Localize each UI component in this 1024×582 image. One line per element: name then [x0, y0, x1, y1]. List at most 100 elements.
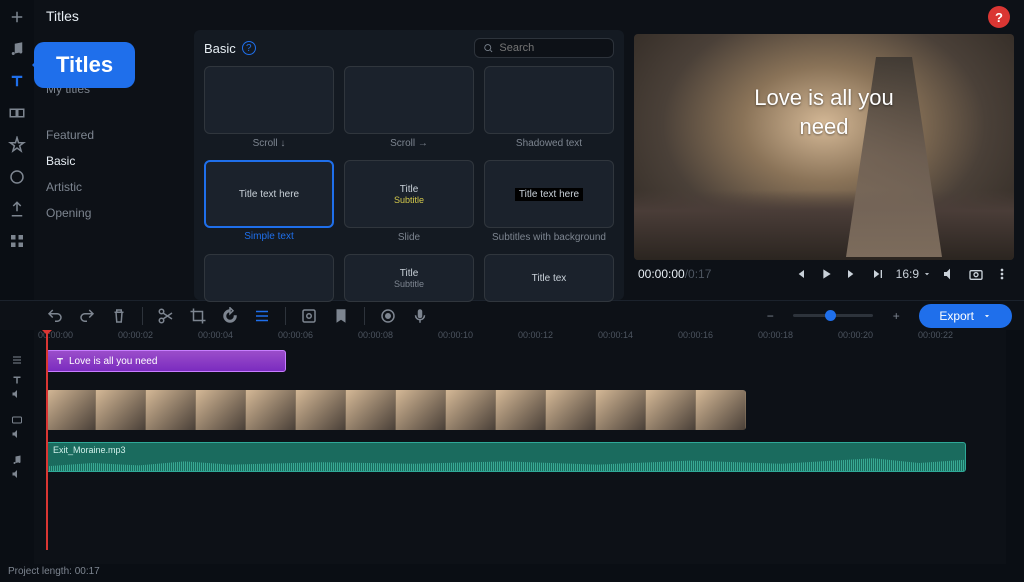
- ruler-tick: 00:00:20: [834, 330, 914, 350]
- presets-category-label: Basic ?: [204, 41, 256, 56]
- titles-callout: Titles: [34, 42, 135, 88]
- redo-icon[interactable]: [78, 307, 96, 325]
- preset-caption: Scroll →: [345, 138, 473, 149]
- left-icon-rail: [0, 0, 34, 300]
- ruler-tick: 00:00:14: [594, 330, 674, 350]
- next-frame-icon[interactable]: [844, 266, 860, 282]
- titles-icon[interactable]: [8, 72, 26, 90]
- help-button[interactable]: ?: [988, 6, 1010, 28]
- timeline-right-scale: [1006, 330, 1024, 564]
- timecode: 00:00:00/0:17: [638, 267, 711, 281]
- more-icon[interactable]: [8, 232, 26, 250]
- preset-item[interactable]: [204, 254, 334, 302]
- status-bar: Project length: 00:17: [0, 564, 1024, 582]
- help-icon[interactable]: ?: [242, 41, 256, 55]
- export-button[interactable]: Export: [919, 304, 1012, 328]
- search-icon: [483, 42, 493, 54]
- preset-subtitles-bg[interactable]: Title text here Subtitles with backgroun…: [484, 160, 614, 228]
- preset-thumb-title: Title: [400, 184, 419, 195]
- prev-frame-icon[interactable]: [792, 266, 808, 282]
- zoom-in-icon[interactable]: +: [887, 307, 905, 325]
- end-icon[interactable]: [870, 266, 886, 282]
- video-clip[interactable]: [46, 390, 746, 430]
- ruler-tick: 00:00:16: [674, 330, 754, 350]
- audio-clip[interactable]: Exit_Moraine.mp3: [46, 442, 966, 472]
- microphone-icon[interactable]: [411, 307, 429, 325]
- more-options-icon[interactable]: [994, 266, 1010, 282]
- preset-thumb-text: Title tex: [532, 273, 567, 284]
- rotate-icon[interactable]: [221, 307, 239, 325]
- preset-thumb-subtitle: Subtitle: [394, 279, 424, 289]
- elements-icon[interactable]: [8, 168, 26, 186]
- preset-shadowed-text[interactable]: Shadowed text: [484, 66, 614, 134]
- preset-thumb-title: Title: [400, 268, 419, 279]
- preset-thumb-text: Title text here: [515, 188, 583, 201]
- nav-featured[interactable]: Featured: [46, 126, 184, 144]
- timeline-settings-icon[interactable]: [0, 350, 34, 370]
- title-clip-label: Love is all you need: [69, 356, 157, 367]
- preset-thumb-text: Title text here: [239, 189, 299, 200]
- delete-icon[interactable]: [110, 307, 128, 325]
- volume-icon[interactable]: [942, 266, 958, 282]
- preset-caption: Slide: [345, 232, 473, 243]
- music-icon[interactable]: [8, 40, 26, 58]
- title-presets: Basic ? Scroll ↓ Scroll → Shadowed text …: [194, 30, 624, 300]
- search-box[interactable]: [474, 38, 614, 58]
- video-track-header[interactable]: [0, 404, 34, 450]
- ruler-tick: 00:00:18: [754, 330, 834, 350]
- title-clip[interactable]: Love is all you need: [46, 350, 286, 372]
- chevron-down-icon: [922, 269, 932, 279]
- waveform: [47, 455, 965, 471]
- add-icon[interactable]: [8, 8, 26, 26]
- nav-basic[interactable]: Basic: [46, 152, 184, 170]
- preset-simple-text[interactable]: Title text here Simple text: [204, 160, 334, 228]
- preset-caption: Simple text: [206, 231, 332, 242]
- snapshot-icon[interactable]: [968, 266, 984, 282]
- chevron-down-icon: [982, 311, 992, 321]
- record-icon[interactable]: [379, 307, 397, 325]
- video-track[interactable]: [34, 390, 1006, 436]
- preset-item[interactable]: Title Subtitle: [344, 254, 474, 302]
- time-ruler[interactable]: 00:00:00 00:00:02 00:00:04 00:00:06 00:0…: [34, 330, 1006, 350]
- ruler-tick: 00:00:22: [914, 330, 994, 350]
- panel-title: Titles: [46, 8, 184, 24]
- search-input[interactable]: [499, 42, 605, 54]
- preset-scroll-right[interactable]: Scroll →: [344, 66, 474, 134]
- track-header-rail: [0, 330, 34, 564]
- ruler-tick: 00:00:10: [434, 330, 514, 350]
- player-controls: 00:00:00/0:17 16:9: [634, 260, 1014, 282]
- playhead[interactable]: [46, 330, 48, 550]
- zoom-out-icon[interactable]: −: [761, 307, 779, 325]
- preview-pane: ? Love is all you need 00:00:00/0:17 16:…: [624, 0, 1024, 300]
- preset-slide[interactable]: Title Subtitle Slide: [344, 160, 474, 228]
- undo-icon[interactable]: [46, 307, 64, 325]
- play-icon[interactable]: [818, 266, 834, 282]
- nav-artistic[interactable]: Artistic: [46, 178, 184, 196]
- aspect-ratio-select[interactable]: 16:9: [896, 267, 932, 281]
- tracks-area[interactable]: 00:00:00 00:00:02 00:00:04 00:00:06 00:0…: [34, 330, 1006, 564]
- project-length: Project length: 00:17: [8, 566, 100, 577]
- preset-scroll-down[interactable]: Scroll ↓: [204, 66, 334, 134]
- transitions-icon[interactable]: [8, 104, 26, 122]
- crop-icon[interactable]: [189, 307, 207, 325]
- title-track[interactable]: Love is all you need: [34, 350, 1006, 384]
- preset-item[interactable]: Title tex: [484, 254, 614, 302]
- export-icon[interactable]: [8, 200, 26, 218]
- timeline: 00:00:00 00:00:02 00:00:04 00:00:06 00:0…: [0, 330, 1024, 564]
- marker-icon[interactable]: [332, 307, 350, 325]
- video-preview[interactable]: Love is all you need: [634, 34, 1014, 260]
- color-adjust-icon[interactable]: [253, 307, 271, 325]
- ruler-tick: 00:00:08: [354, 330, 434, 350]
- preset-thumb-subtitle: Subtitle: [394, 195, 424, 205]
- clip-properties-icon[interactable]: [300, 307, 318, 325]
- title-track-header[interactable]: [0, 370, 34, 404]
- audio-clip-label: Exit_Moraine.mp3: [53, 445, 126, 455]
- ruler-tick: 00:00:02: [114, 330, 194, 350]
- audio-track[interactable]: Exit_Moraine.mp3: [34, 442, 1006, 476]
- nav-opening[interactable]: Opening: [46, 204, 184, 222]
- audio-track-header[interactable]: [0, 450, 34, 484]
- split-icon[interactable]: [157, 307, 175, 325]
- effects-icon[interactable]: [8, 136, 26, 154]
- zoom-slider[interactable]: [793, 314, 873, 317]
- ruler-tick: 00:00:04: [194, 330, 274, 350]
